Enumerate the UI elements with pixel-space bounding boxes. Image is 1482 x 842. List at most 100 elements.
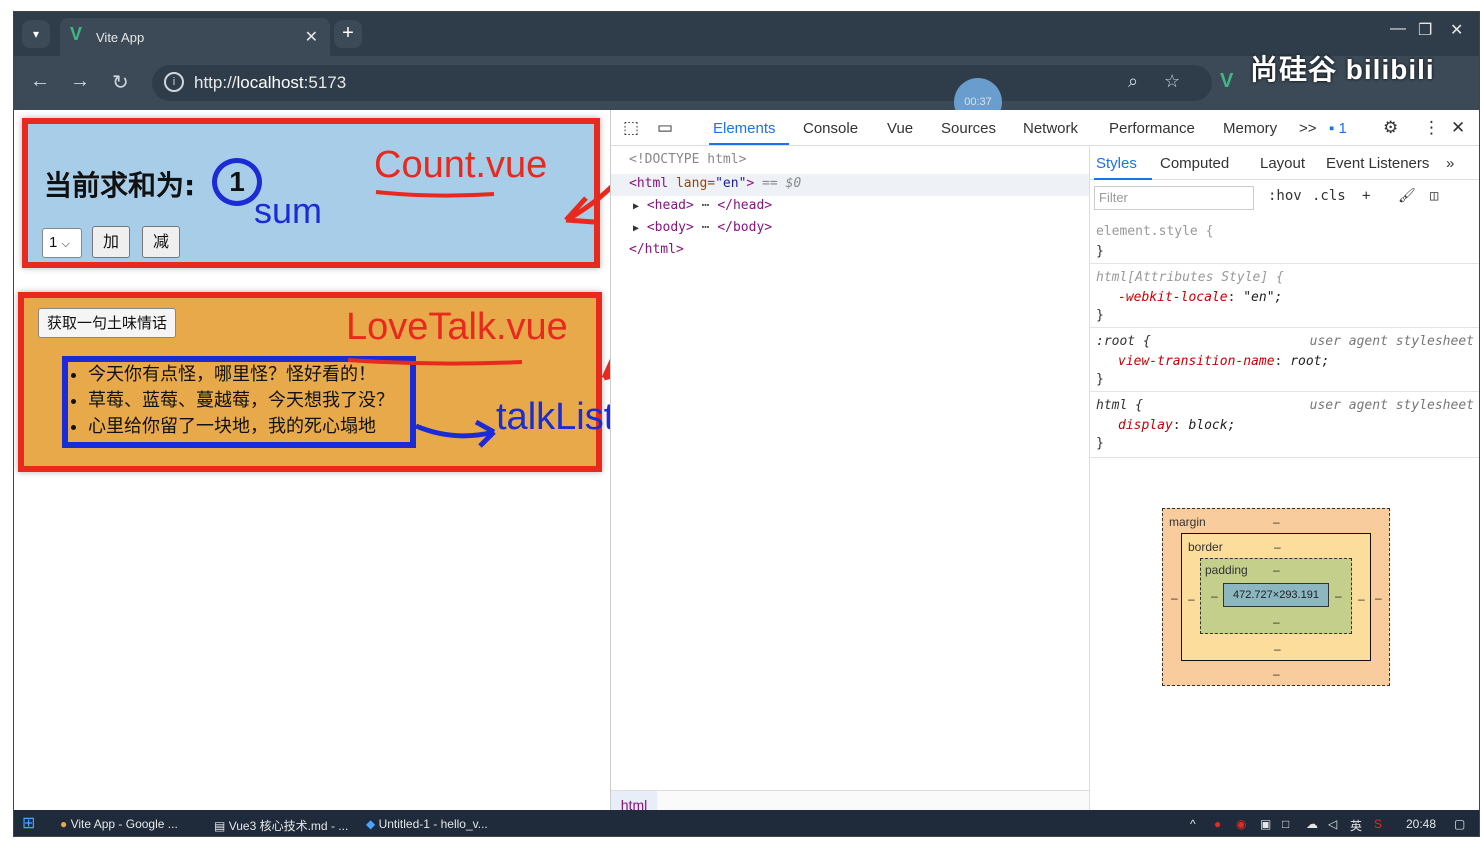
settings-gear-icon[interactable]: ⚙ [1383, 118, 1398, 138]
border-top-value[interactable]: – [1274, 540, 1281, 554]
html-close-node[interactable]: </html> [629, 242, 684, 257]
taskbar-item-typora[interactable]: ▤ Vue3 核心技术.md - ... [214, 817, 348, 834]
tab-close-icon[interactable]: ✕ [305, 27, 318, 47]
new-tab-button[interactable]: + [334, 20, 362, 48]
ime-indicator[interactable]: 英 [1350, 817, 1362, 834]
address-bar[interactable]: i http://localhost:5173 ⌕ ☆ [152, 65, 1212, 101]
margin-left-value[interactable]: – [1171, 591, 1178, 605]
tab-layout[interactable]: Layout [1260, 155, 1305, 172]
inspect-element-icon[interactable]: ⬚ [623, 118, 639, 138]
reload-icon[interactable]: ↻ [112, 70, 129, 95]
more-tabs-icon[interactable]: >> [1299, 120, 1317, 137]
notification-icon[interactable]: ▢ [1454, 817, 1465, 831]
box-model-border: border – – – – padding – – – – 472.727×2… [1181, 533, 1371, 661]
clock[interactable]: 20:48 [1406, 817, 1436, 831]
head-node[interactable]: ▶ <head> ⋯ </head> [633, 198, 772, 213]
underline-stroke [375, 190, 495, 198]
tab-elements[interactable]: Elements [713, 120, 776, 137]
windows-start-icon[interactable]: ⊞ [22, 813, 35, 833]
site-info-icon[interactable]: i [164, 72, 184, 92]
volume-icon[interactable]: ◁ [1328, 817, 1337, 831]
close-window-icon[interactable]: ✕ [1450, 20, 1463, 40]
minimize-icon[interactable]: — [1390, 20, 1406, 38]
back-icon[interactable]: ← [30, 70, 50, 93]
html-selector[interactable]: html { [1096, 398, 1143, 413]
active-tab-indicator [709, 143, 789, 145]
tray-display-icon[interactable]: □ [1282, 817, 1289, 831]
forward-icon[interactable]: → [70, 70, 90, 93]
tab-event-listeners[interactable]: Event Listeners [1326, 155, 1429, 172]
tray-cloud-icon[interactable]: ☁ [1306, 817, 1318, 831]
tray-expand-icon[interactable]: ^ [1190, 817, 1196, 831]
toggle-sidebar-icon[interactable]: ◫ [1430, 188, 1438, 204]
border-right-value[interactable]: – [1358, 592, 1365, 606]
user-agent-source: user agent stylesheet [1309, 398, 1474, 413]
rule-close-brace: } [1096, 308, 1104, 323]
watermark-logo: 尚硅谷 bilibili [1250, 54, 1435, 85]
doctype-node[interactable]: <!DOCTYPE html> [629, 152, 746, 167]
tab-computed[interactable]: Computed [1160, 155, 1229, 172]
styles-pane: Styles Computed Layout Event Listeners »… [1089, 146, 1479, 810]
attributes-style-selector[interactable]: html[Attributes Style] { [1096, 270, 1284, 285]
arrow-stroke [415, 419, 496, 448]
devtools-panel: ⬚ ▭ Elements Console Vue Sources Network… [610, 110, 1479, 819]
tab-console[interactable]: Console [803, 120, 858, 137]
more-options-icon[interactable]: ⋮ [1423, 118, 1440, 138]
tab-sources[interactable]: Sources [941, 120, 996, 137]
box-model-content-size[interactable]: 472.727×293.191 [1223, 583, 1329, 607]
expand-arrow-icon[interactable]: ▶ [633, 223, 639, 234]
cls-toggle[interactable]: .cls [1312, 188, 1346, 204]
root-selector[interactable]: :root { [1096, 334, 1151, 349]
border-bottom-value[interactable]: – [1274, 642, 1281, 656]
tab-vue[interactable]: Vue [887, 120, 913, 137]
rule-html: html { user agent stylesheet display: bl… [1090, 392, 1479, 458]
styles-filter-input[interactable]: Filter [1094, 186, 1254, 210]
padding-bottom-value[interactable]: – [1273, 615, 1280, 629]
webkit-locale-declaration[interactable]: -webkit-locale: "en"; [1118, 290, 1282, 305]
taskbar-item-chrome[interactable]: ● Vite App - Google ... [60, 817, 178, 831]
taskbar-item-vscode[interactable]: ◆ Untitled-1 - hello_v... [366, 817, 488, 831]
vue-devtools-extension-icon[interactable]: V [1220, 70, 1233, 93]
tab-search-chevron-down-icon[interactable]: ▾ [22, 20, 50, 48]
close-devtools-icon[interactable]: ✕ [1451, 118, 1465, 138]
paint-brush-icon[interactable]: 🖌 [1398, 188, 1416, 204]
padding-right-value[interactable]: – [1335, 589, 1342, 603]
tray-sogou-icon[interactable]: S [1374, 817, 1382, 831]
padding-label: padding [1205, 563, 1248, 577]
tray-network-icon[interactable]: ▣ [1260, 817, 1271, 831]
margin-top-value[interactable]: – [1273, 515, 1280, 529]
padding-left-value[interactable]: – [1211, 589, 1218, 603]
tab-styles[interactable]: Styles [1096, 155, 1137, 172]
document-icon: ▤ [214, 819, 226, 833]
screen-frame: ▾ V Vite App ✕ + — ❐ ✕ ← → ↻ i http://lo… [13, 11, 1480, 837]
margin-right-value[interactable]: – [1375, 591, 1382, 605]
html-node[interactable]: <html lang="en"> == $0 [629, 176, 801, 191]
issues-badge[interactable]: ▪ 1 [1329, 120, 1347, 137]
expand-arrow-icon[interactable]: ▶ [633, 201, 639, 212]
body-node[interactable]: ▶ <body> ⋯ </body> [633, 220, 772, 235]
margin-bottom-value[interactable]: – [1273, 667, 1280, 681]
hov-toggle[interactable]: :hov [1268, 188, 1302, 204]
tray-app-icon[interactable]: ● [1214, 817, 1221, 831]
active-tab-indicator [1094, 178, 1152, 180]
restore-icon[interactable]: ❐ [1418, 20, 1432, 40]
new-rule-plus-icon[interactable]: + [1362, 188, 1370, 204]
display-declaration[interactable]: display: block; [1118, 418, 1235, 433]
element-style-selector[interactable]: element.style { [1096, 224, 1213, 239]
arrow-stroke [564, 184, 610, 225]
tray-record-icon[interactable]: ◉ [1236, 817, 1246, 831]
tab-performance[interactable]: Performance [1109, 120, 1195, 137]
device-toolbar-icon[interactable]: ▭ [657, 118, 673, 138]
rule-root: :root { user agent stylesheet view-trans… [1090, 328, 1479, 392]
rule-close-brace: } [1096, 244, 1104, 259]
bookmark-star-icon[interactable]: ☆ [1164, 71, 1180, 92]
zoom-icon[interactable]: ⌕ [1128, 71, 1138, 92]
box-model-padding: padding – – – – 472.727×293.191 [1200, 558, 1352, 634]
browser-tab[interactable]: V Vite App ✕ [60, 18, 330, 56]
padding-top-value[interactable]: – [1273, 563, 1280, 577]
tab-memory[interactable]: Memory [1223, 120, 1277, 137]
border-left-value[interactable]: – [1188, 592, 1195, 606]
more-panels-icon[interactable]: » [1446, 155, 1454, 172]
view-transition-declaration[interactable]: view-transition-name: root; [1118, 354, 1329, 369]
tab-network[interactable]: Network [1023, 120, 1078, 137]
